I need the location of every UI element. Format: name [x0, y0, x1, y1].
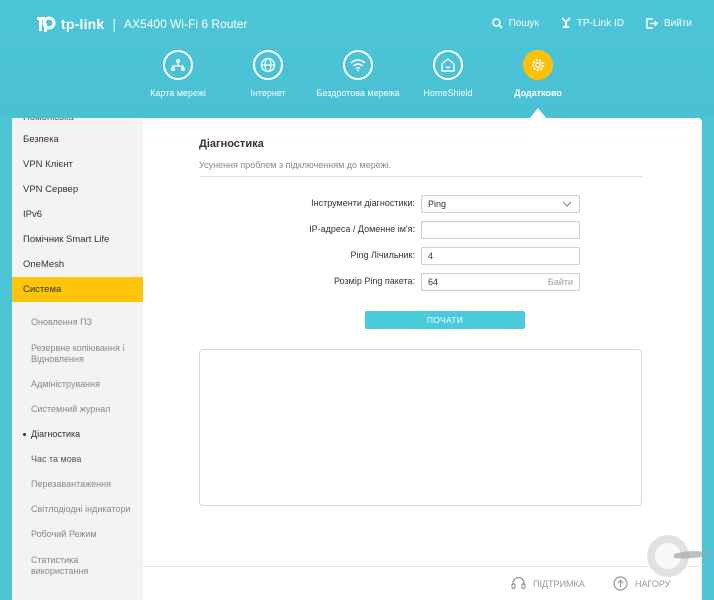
sub-item-administration[interactable]: Адміністрування [12, 372, 143, 397]
tplink-id-link[interactable]: TP-Link ID [561, 17, 624, 29]
top-links: Пошук TP-Link ID Вийти [491, 17, 692, 29]
ping-size-input[interactable]: 64 Байти [421, 273, 580, 291]
arrow-up-icon [613, 576, 628, 591]
logout-link[interactable]: Вийти [646, 17, 692, 29]
sidebar-item-ipv6[interactable]: IPv6 [12, 202, 143, 227]
ping-size-unit: Байти [547, 277, 573, 287]
ping-size-label: Розмір Ping пакета: [334, 276, 415, 286]
ping-count-label: Ping Лічильник: [350, 250, 415, 260]
headset-icon [511, 576, 526, 590]
sidebar-item-security[interactable]: Безпека [12, 127, 143, 152]
nav-homeshield[interactable]: HomeShield [398, 50, 498, 98]
ping-size-value: 64 [428, 277, 439, 287]
search-link[interactable]: Пошук [491, 17, 539, 29]
tp-link-logo[interactable]: tp-link | AX5400 Wi-Fi 6 Router [34, 13, 247, 35]
globe-icon [253, 50, 283, 80]
logout-icon [646, 17, 658, 29]
sub-item-system-log[interactable]: Системний журнал [12, 397, 143, 422]
sidebar-item-vpn-client[interactable]: VPN Клієнт [12, 152, 143, 177]
row-ping-size: Розмір Ping пакета: 64 Байти [199, 273, 642, 291]
tplink-id-label: TP-Link ID [576, 17, 624, 29]
ping-count-value: 4 [428, 251, 434, 261]
sub-item-reboot[interactable]: Перезавантаження [12, 472, 143, 497]
tplink-id-icon [561, 17, 571, 28]
nav-label: HomeShield [423, 88, 473, 98]
diagnostic-tool-label: Інструменти діагностики: [311, 198, 415, 208]
nav-label: Додатково [514, 88, 562, 98]
wifi-icon [343, 50, 373, 80]
chevron-down-icon [562, 201, 572, 207]
sidebar-item-smart-life[interactable]: Помічник Smart Life [12, 227, 143, 252]
start-button[interactable]: ПОЧАТИ [365, 311, 525, 329]
diagnostic-tool-select[interactable]: Ping [421, 195, 580, 213]
sub-item-led[interactable]: Світлодіодні індикатори [12, 497, 143, 522]
page-description: Усунення проблем з підключенням до мереж… [199, 160, 392, 170]
nav-advanced[interactable]: Додатково [488, 50, 588, 98]
home-shield-icon [433, 50, 463, 80]
row-ip-address: IP-адреса / Доменне ім'я: [199, 221, 642, 239]
diagnostic-output-area[interactable] [199, 349, 642, 506]
network-map-icon [163, 50, 193, 80]
nav-network-map[interactable]: Карта мережі [128, 50, 228, 98]
ip-address-label: IP-адреса / Доменне ім'я: [309, 224, 415, 234]
search-label: Пошук [508, 17, 539, 29]
logout-label: Вийти [663, 17, 692, 29]
support-link[interactable]: ПІДТРИМКА [511, 576, 585, 591]
nav-label: Бездротова мережа [316, 88, 400, 98]
back-to-top-link[interactable]: НАГОРУ [613, 576, 670, 591]
header: tp-link | AX5400 Wi-Fi 6 Router Пошук TP… [0, 0, 714, 118]
active-tab-pointer [530, 108, 546, 118]
nav-label: Карта мережі [150, 88, 206, 98]
logo-text: tp-link [61, 16, 105, 32]
sidebar-item-vpn-server[interactable]: VPN Сервер [12, 177, 143, 202]
sidebar-item-onemesh[interactable]: OneMesh [12, 252, 143, 277]
ping-count-input[interactable]: 4 [421, 247, 580, 265]
page-title: Діагностика [199, 138, 264, 150]
sub-item-time-language[interactable]: Час та мова [12, 447, 143, 472]
logo-separator: | [112, 16, 117, 32]
sidebar-item-system[interactable]: Система [12, 277, 143, 302]
main-nav: Карта мережі Інтернет Бездротова мережа … [0, 50, 714, 110]
support-label: ПІДТРИМКА [533, 578, 585, 589]
sub-item-statistics[interactable]: Статистика використання [12, 547, 143, 584]
gear-icon [523, 50, 553, 80]
sub-item-backup-restore[interactable]: Резервне копіювання і Відновлення [12, 335, 143, 372]
router-model: AX5400 Wi-Fi 6 Router [124, 17, 248, 31]
diagnostics-panel: Діагностика Усунення проблем з підключен… [143, 118, 702, 566]
sidebar: Номоніська Безпека VPN Клієнт VPN Сервер… [12, 118, 143, 600]
sidebar-item-cut[interactable]: Номоніська [12, 118, 143, 127]
back-to-top-label: НАГОРУ [635, 578, 671, 589]
search-icon [491, 17, 503, 29]
nav-label: Інтернет [250, 88, 286, 98]
tp-link-logo-icon [37, 16, 56, 32]
system-submenu: Оновлення ПЗ Резервне копіювання і Відно… [12, 302, 143, 584]
sub-item-diagnostics[interactable]: Діагностика [12, 422, 143, 447]
diagnostic-tool-value: Ping [428, 199, 447, 209]
nav-wireless[interactable]: Бездротова мережа [308, 50, 408, 98]
sub-item-operation-mode[interactable]: Робочий Режим [12, 522, 143, 547]
row-ping-count: Ping Лічильник: 4 [199, 247, 642, 265]
nav-internet[interactable]: Інтернет [218, 50, 318, 98]
ip-address-input[interactable] [421, 221, 580, 239]
footer: ПІДТРИМКА НАГОРУ [143, 566, 702, 600]
sub-item-firmware-update[interactable]: Оновлення ПЗ [12, 310, 143, 335]
divider [199, 176, 642, 177]
row-diagnostic-tool: Інструменти діагностики: Ping [199, 195, 642, 213]
